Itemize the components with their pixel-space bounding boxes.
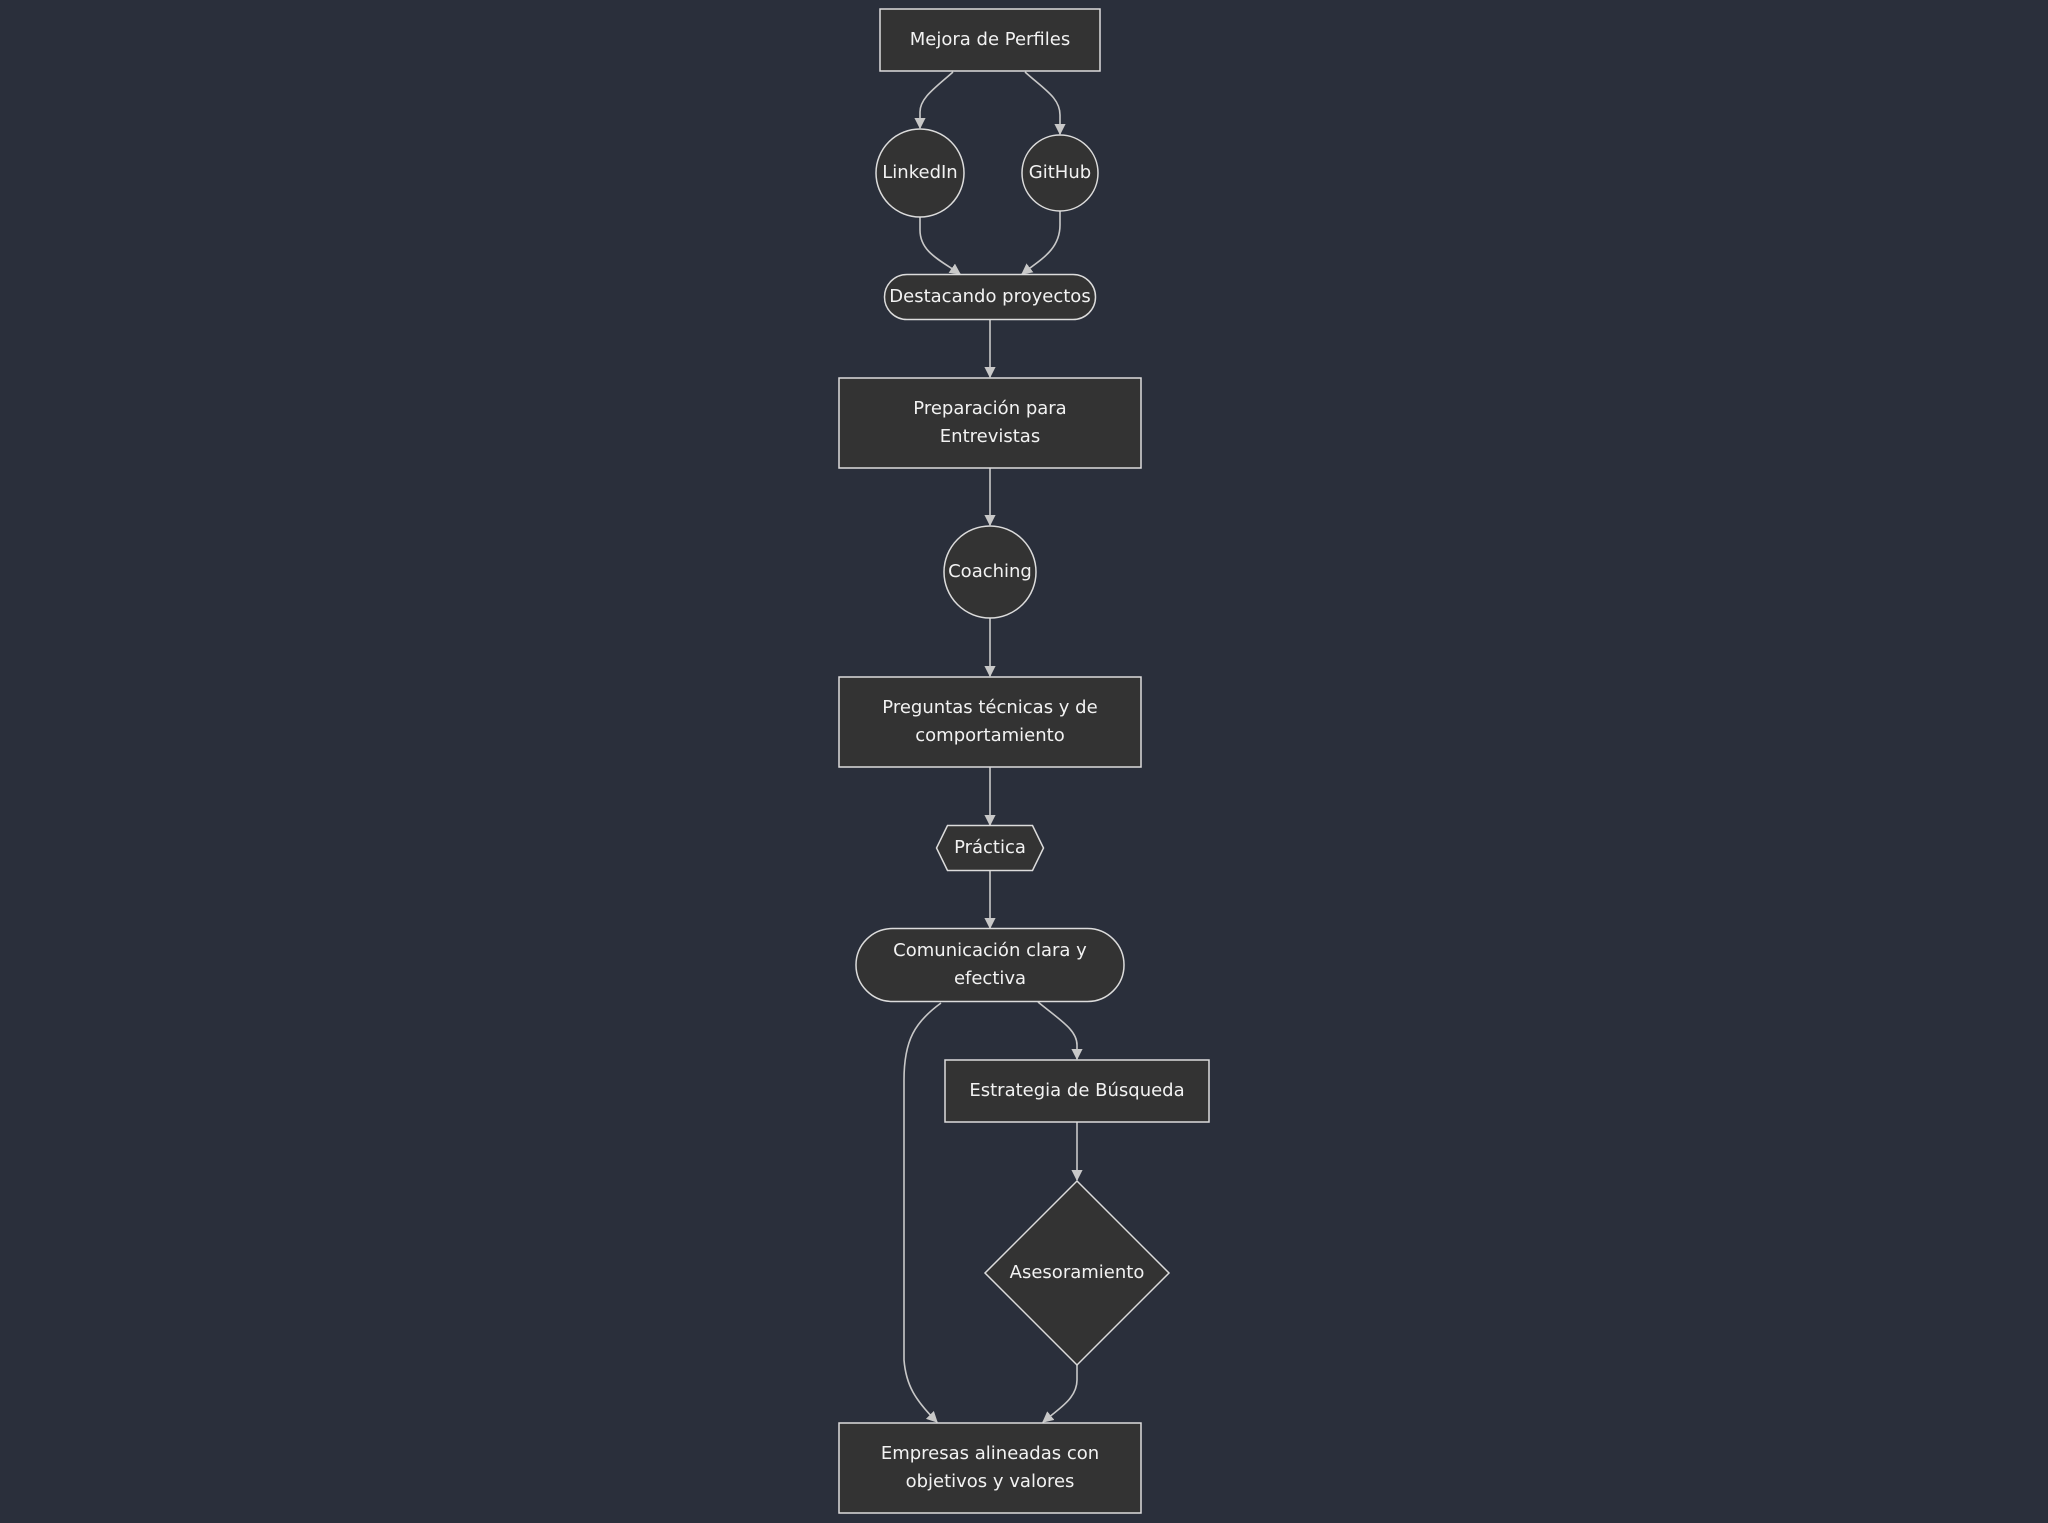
edge-asesoramiento-to-empresas xyxy=(1042,1365,1078,1423)
nodes-layer: Mejora de Perfiles LinkedIn GitHub Destacan… xyxy=(838,8,1210,1514)
preguntas-label-line-2: comportamiento xyxy=(915,725,1064,746)
node-coaching[interactable]: Coaching xyxy=(943,525,1037,619)
edge-perfiles-to-linkedin xyxy=(914,71,954,130)
node-preparacion[interactable]: Preparación para Entrevistas xyxy=(838,377,1142,469)
node-perfiles[interactable]: Mejora de Perfiles xyxy=(879,8,1101,72)
practica-label-line-1: Práctica xyxy=(954,837,1026,858)
perfiles-label-line-1: Mejora de Perfiles xyxy=(910,29,1070,50)
preparacion-label-line-2: Entrevistas xyxy=(940,426,1040,447)
edge-comunicacion-to-estrategia xyxy=(1037,1001,1083,1061)
edge-comunicacion-to-empresas xyxy=(903,1002,942,1423)
node-linkedin[interactable]: LinkedIn xyxy=(875,128,965,218)
preparacion-rect-shape xyxy=(838,377,1142,469)
flowchart-diagram: Mejora de Perfiles LinkedIn GitHub Destacan… xyxy=(838,8,1210,1514)
node-practica[interactable]: Práctica xyxy=(935,824,1045,872)
github-label-line-1: GitHub xyxy=(1029,162,1091,183)
node-empresas[interactable]: Empresas alineadas con objetivos y valore… xyxy=(838,1422,1142,1514)
linkedin-label-line-1: LinkedIn xyxy=(882,162,957,183)
asesoramiento-label-line-1: Asesoramiento xyxy=(1010,1262,1145,1283)
node-comunicacion[interactable]: Comunicación clara y efectiva xyxy=(855,927,1125,1003)
comunicacion-label-line-1: Comunicación clara y xyxy=(893,940,1087,961)
edge-perfiles-to-github xyxy=(1024,71,1066,136)
estrategia-label-line-1: Estrategia de Búsqueda xyxy=(969,1080,1184,1101)
preparacion-label-line-1: Preparación para xyxy=(913,398,1066,419)
edge-github-to-destacando xyxy=(1021,211,1061,275)
preguntas-rect-shape xyxy=(838,676,1142,768)
destacando-label-line-1: Destacando proyectos xyxy=(889,286,1090,307)
empresas-label-line-1: Empresas alineadas con xyxy=(881,1443,1099,1464)
coaching-label-line-1: Coaching xyxy=(948,561,1032,582)
node-estrategia[interactable]: Estrategia de Búsqueda xyxy=(944,1059,1210,1123)
empresas-label-line-2: objetivos y valores xyxy=(906,1471,1075,1492)
node-github[interactable]: GitHub xyxy=(1021,134,1099,212)
empresas-rect-shape xyxy=(838,1422,1142,1514)
node-destacando[interactable]: Destacando proyectos xyxy=(883,273,1097,321)
preguntas-label-line-1: Preguntas técnicas y de xyxy=(882,697,1097,718)
comunicacion-label-line-2: efectiva xyxy=(954,968,1026,989)
node-preguntas[interactable]: Preguntas técnicas y de comportamiento xyxy=(838,676,1142,768)
node-asesoramiento[interactable]: Asesoramiento xyxy=(983,1179,1171,1367)
edge-linkedin-to-destacando xyxy=(919,217,961,275)
